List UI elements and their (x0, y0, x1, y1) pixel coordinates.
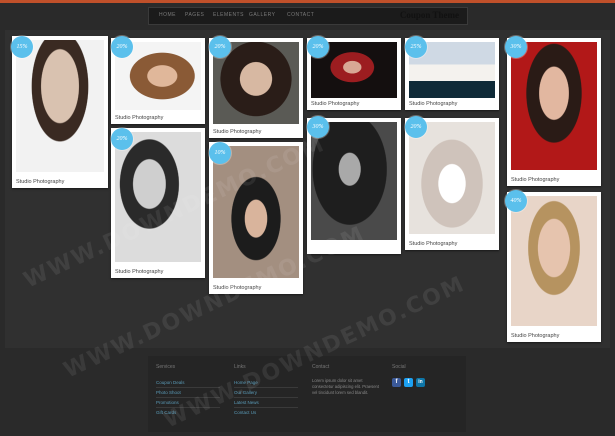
gallery-card[interactable]: Studio Photography (507, 192, 601, 342)
footer-link[interactable]: Contact Us (234, 410, 256, 415)
brand-logo[interactable]: Coupon Theme (400, 10, 459, 20)
card-caption: Studio Photography (311, 101, 360, 107)
discount-badge: 20% (111, 128, 133, 150)
discount-badge: 20% (307, 36, 329, 58)
linkedin-icon[interactable]: in (416, 378, 425, 387)
footer-link[interactable]: Photo Shoot (156, 390, 181, 395)
discount-badge: 40% (505, 190, 527, 212)
portrait-photo (511, 196, 597, 326)
discount-badge: 20% (209, 36, 231, 58)
footer-col1-title: Services (156, 364, 176, 370)
discount-badge: 20% (111, 36, 133, 58)
card-caption: Studio Photography (115, 269, 164, 275)
card-caption: Studio Photography (16, 179, 65, 185)
top-accent-line (0, 0, 615, 3)
footer-divider (234, 407, 298, 408)
portrait-photo (311, 122, 397, 240)
top-navigation-bar: HOME PAGES ELEMENTS GALLERY CONTACT Coup… (148, 7, 468, 25)
nav-pages[interactable]: PAGES (185, 12, 204, 18)
card-caption: Studio Photography (115, 115, 164, 121)
nav-contact[interactable]: CONTACT (287, 12, 314, 18)
card-caption: Studio Photography (511, 333, 560, 339)
nav-gallery[interactable]: GALLERY (249, 12, 275, 18)
footer-link[interactable]: Coupon Deals (156, 380, 185, 385)
gallery-card[interactable]: Studio Photography (405, 118, 499, 250)
discount-badge: 30% (505, 36, 527, 58)
gallery-card[interactable]: Studio Photography (507, 38, 601, 186)
portrait-photo (16, 40, 104, 172)
facebook-icon[interactable]: f (392, 378, 401, 387)
card-caption: Studio Photography (409, 101, 458, 107)
card-caption: Studio Photography (213, 129, 262, 135)
discount-badge: 20% (405, 116, 427, 138)
nav-elements[interactable]: ELEMENTS (213, 12, 244, 18)
nav-home[interactable]: HOME (159, 12, 176, 18)
portrait-photo (511, 42, 597, 170)
gallery-area: Studio Photography 15% Studio Photograph… (5, 30, 610, 348)
footer-col2-title: Links (234, 364, 246, 370)
footer-col4-title: Social (392, 364, 406, 370)
discount-badge: 25% (405, 36, 427, 58)
card-caption: Studio Photography (511, 177, 560, 183)
discount-badge: 15% (11, 36, 33, 58)
gallery-card[interactable]: Studio Photography (12, 36, 108, 188)
footer-contact-text: Lorem ipsum dolor sit amet consectetur a… (312, 378, 380, 395)
discount-badge: 10% (209, 142, 231, 164)
card-caption: Studio Photography (409, 241, 458, 247)
portrait-photo (409, 122, 495, 234)
twitter-icon[interactable]: t (404, 378, 413, 387)
